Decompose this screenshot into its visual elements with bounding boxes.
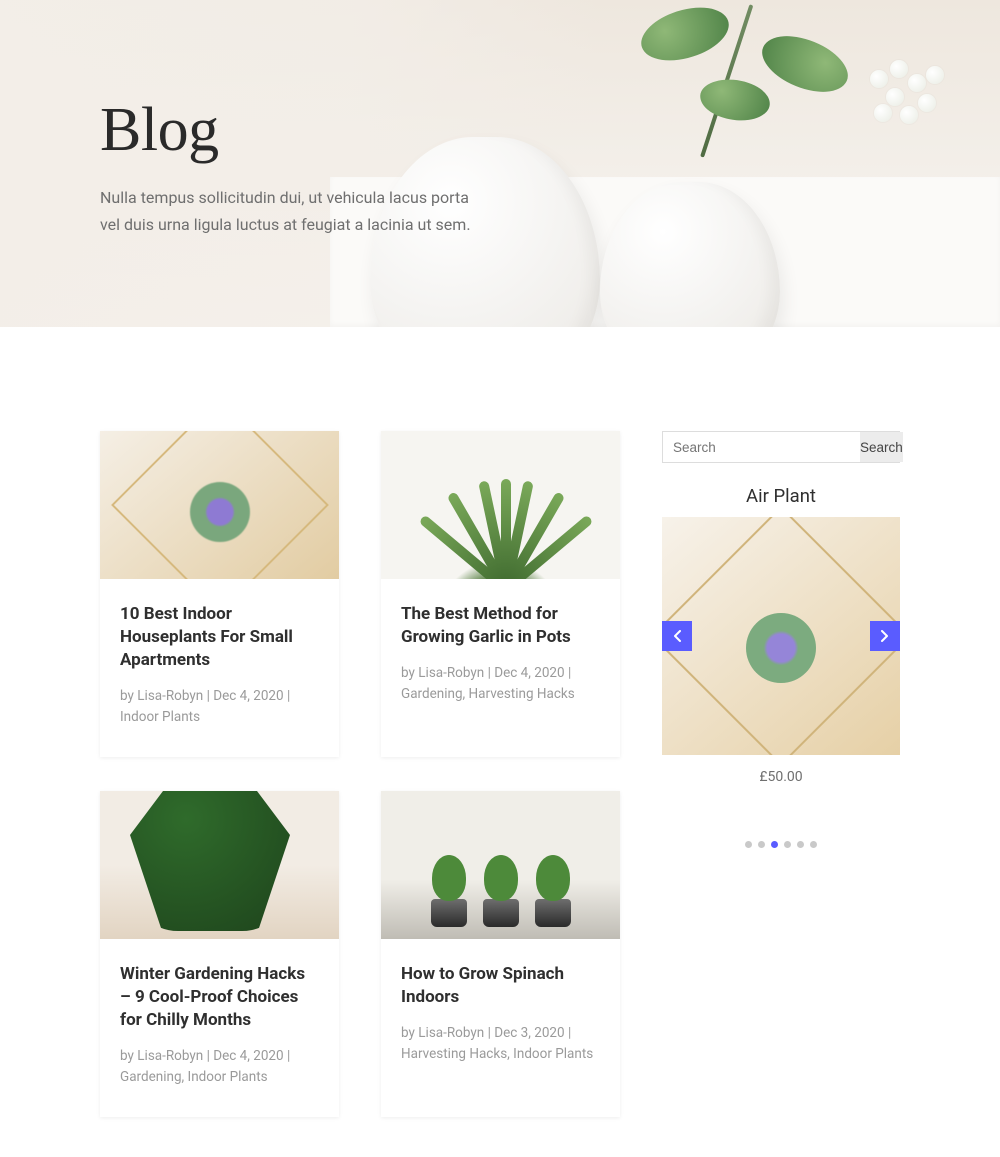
post-thumbnail[interactable] [100, 791, 339, 939]
search-form: Search [662, 431, 900, 463]
post-card[interactable]: 10 Best Indoor Houseplants For Small Apa… [100, 431, 339, 757]
post-author-link[interactable]: Lisa-Robyn [418, 1025, 484, 1041]
post-card[interactable]: The Best Method for Growing Garlic in Po… [381, 431, 620, 757]
carousel-dot[interactable] [810, 841, 817, 848]
carousel-prev-button[interactable] [662, 621, 692, 651]
post-thumbnail[interactable] [381, 791, 620, 939]
post-thumbnail[interactable] [381, 431, 620, 579]
carousel-dot[interactable] [784, 841, 791, 848]
post-thumbnail[interactable] [100, 431, 339, 579]
post-card[interactable]: How to Grow Spinach Indoors by Lisa-Roby… [381, 791, 620, 1117]
post-date: Dec 3, 2020 [494, 1025, 564, 1041]
post-title[interactable]: Winter Gardening Hacks – 9 Cool-Proof Ch… [120, 963, 319, 1032]
post-meta: by Lisa-Robyn | Dec 3, 2020 | Harvesting… [401, 1023, 600, 1066]
search-button[interactable]: Search [860, 432, 903, 462]
chevron-right-icon [881, 630, 889, 642]
posts-grid: 10 Best Indoor Houseplants For Small Apa… [100, 431, 620, 1117]
post-categories[interactable]: Gardening, Harvesting Hacks [401, 686, 575, 702]
hero-banner: Blog Nulla tempus sollicitudin dui, ut v… [0, 0, 1000, 327]
post-card[interactable]: Winter Gardening Hacks – 9 Cool-Proof Ch… [100, 791, 339, 1117]
post-title[interactable]: 10 Best Indoor Houseplants For Small Apa… [120, 603, 319, 672]
product-image[interactable] [662, 517, 900, 755]
post-meta: by Lisa-Robyn | Dec 4, 2020 | Indoor Pla… [120, 686, 319, 729]
carousel-dot[interactable] [771, 841, 778, 848]
post-date: Dec 4, 2020 [494, 665, 564, 681]
post-author-link[interactable]: Lisa-Robyn [137, 688, 203, 704]
post-meta: by Lisa-Robyn | Dec 4, 2020 | Gardening,… [401, 663, 600, 706]
post-categories[interactable]: Gardening, Indoor Plants [120, 1069, 268, 1085]
carousel-next-button[interactable] [870, 621, 900, 651]
post-author-link[interactable]: Lisa-Robyn [418, 665, 484, 681]
chevron-left-icon [673, 630, 681, 642]
page-subtitle: Nulla tempus sollicitudin dui, ut vehicu… [100, 184, 490, 238]
product-price: £50.00 [662, 769, 900, 785]
post-categories[interactable]: Harvesting Hacks, Indoor Plants [401, 1046, 593, 1062]
product-title[interactable]: Air Plant [662, 485, 900, 507]
post-author-link[interactable]: Lisa-Robyn [137, 1048, 203, 1064]
carousel-dot[interactable] [745, 841, 752, 848]
post-title[interactable]: The Best Method for Growing Garlic in Po… [401, 603, 600, 649]
sidebar: Search Air Plant £50.00 [662, 431, 900, 1117]
page-title: Blog [100, 95, 520, 166]
post-meta: by Lisa-Robyn | Dec 4, 2020 | Gardening,… [120, 1046, 319, 1089]
product-carousel [662, 517, 900, 755]
post-title[interactable]: How to Grow Spinach Indoors [401, 963, 600, 1009]
search-input[interactable] [663, 432, 860, 462]
post-date: Dec 4, 2020 [213, 688, 283, 704]
carousel-dot[interactable] [797, 841, 804, 848]
carousel-dot[interactable] [758, 841, 765, 848]
post-categories[interactable]: Indoor Plants [120, 709, 200, 725]
carousel-dots [662, 833, 900, 852]
post-date: Dec 4, 2020 [213, 1048, 283, 1064]
